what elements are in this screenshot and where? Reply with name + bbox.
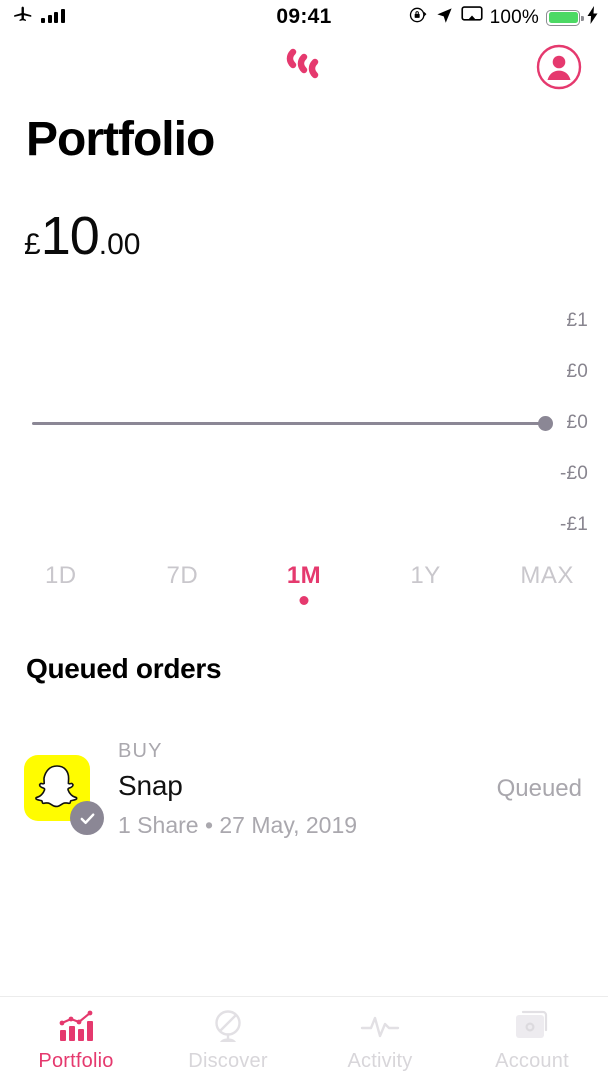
- app-screen: 09:41 100% Portfolio £ 10 .00 £1 £0 £0 -…: [0, 0, 608, 1080]
- app-header: [0, 34, 608, 104]
- chart-y-label: -£1: [559, 514, 588, 535]
- order-side-label: BUY: [118, 740, 163, 762]
- period-selector: 1D 7D 1M 1Y MAX: [0, 562, 608, 622]
- freetrade-logo-icon: [281, 44, 327, 93]
- balance-currency: £: [24, 228, 41, 261]
- period-tab-1m[interactable]: 1M: [243, 562, 365, 622]
- period-label: 1Y: [410, 562, 441, 589]
- airplay-icon: [461, 5, 483, 30]
- location-arrow-icon: [435, 6, 454, 30]
- lightning-bolt-icon: [587, 6, 598, 29]
- wallet-icon: [514, 1008, 550, 1046]
- tab-label: Account: [495, 1050, 569, 1072]
- period-tab-max[interactable]: MAX: [486, 562, 608, 622]
- period-tab-7d[interactable]: 7D: [122, 562, 244, 622]
- order-instrument-name: Snap: [118, 770, 183, 801]
- period-label: 7D: [166, 562, 199, 589]
- status-bar: 09:41 100%: [0, 0, 608, 34]
- period-label: 1M: [286, 562, 322, 589]
- bar-chart-trend-icon: [57, 1008, 95, 1046]
- status-bar-right: 100%: [408, 5, 598, 30]
- tab-label: Activity: [347, 1050, 413, 1072]
- portfolio-chart[interactable]: £1 £0 £0 -£0 -£1: [0, 290, 608, 545]
- check-badge-icon: [70, 801, 104, 835]
- chart-y-label: -£0: [559, 463, 588, 484]
- tab-label: Discover: [188, 1050, 268, 1072]
- chart-y-label: £0: [566, 361, 588, 382]
- bottom-tab-bar: Portfolio Discover Activity Account: [0, 996, 608, 1080]
- balance-fraction: .00: [98, 228, 141, 261]
- battery-icon: [546, 9, 584, 26]
- chart-y-label: £0: [566, 412, 588, 433]
- chart-line-series: [32, 422, 546, 425]
- chart-y-label: £1: [566, 310, 588, 331]
- balance-whole: 10: [40, 206, 100, 266]
- tab-activity[interactable]: Activity: [304, 997, 456, 1080]
- rotation-lock-icon: [408, 5, 428, 30]
- tab-discover[interactable]: Discover: [152, 997, 304, 1080]
- period-tab-1y[interactable]: 1Y: [365, 562, 487, 622]
- portfolio-balance: £ 10 .00: [24, 205, 140, 267]
- order-list-item[interactable]: BUY Snap 1 Share • 27 May, 2019 Queued: [0, 740, 608, 850]
- order-status-badge: Queued: [496, 775, 582, 802]
- globe-icon: [209, 1008, 247, 1046]
- period-tab-1d[interactable]: 1D: [0, 562, 122, 622]
- profile-avatar-icon[interactable]: [536, 44, 582, 95]
- battery-percent: 100%: [489, 6, 539, 28]
- queued-orders-heading: Queued orders: [26, 653, 222, 684]
- period-active-dot: [299, 596, 309, 605]
- chart-end-marker: [538, 416, 553, 431]
- order-details: 1 Share • 27 May, 2019: [118, 812, 358, 838]
- period-label: MAX: [520, 562, 574, 589]
- page-title: Portfolio: [26, 113, 215, 166]
- period-label: 1D: [44, 562, 77, 589]
- tab-label: Portfolio: [38, 1050, 114, 1072]
- pulse-line-icon: [360, 1008, 400, 1046]
- tab-portfolio[interactable]: Portfolio: [0, 997, 152, 1080]
- tab-account[interactable]: Account: [456, 997, 608, 1080]
